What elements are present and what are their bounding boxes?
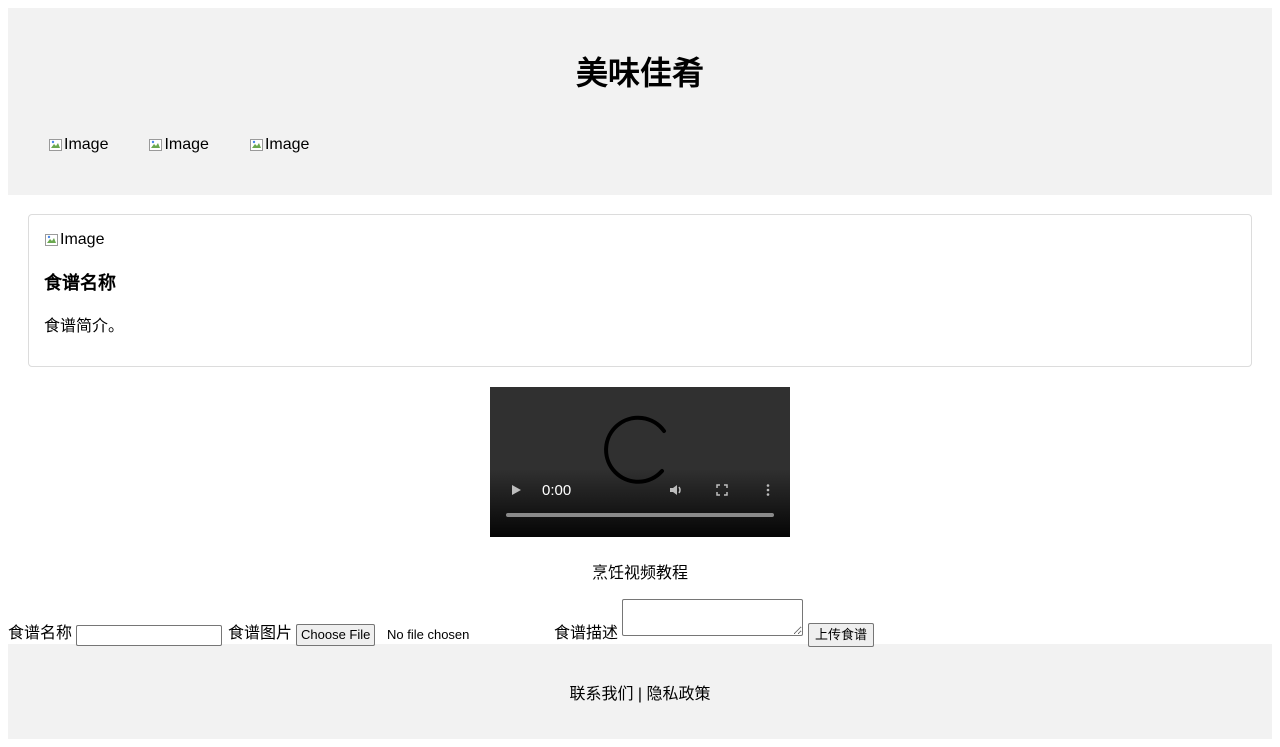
play-icon[interactable]: [508, 482, 524, 498]
recipe-description-label: 食谱描述: [554, 625, 619, 642]
file-status: No file chosen: [387, 627, 470, 642]
video-caption: 烹饪视频教程: [591, 565, 688, 582]
upload-recipe-form: 食谱名称 食谱图片 Choose File No file chosen 食谱描…: [8, 599, 908, 647]
video-time: 0:00: [542, 481, 572, 499]
main-content: Image 食谱名称 食谱简介。 0:00 烹饪视频教程 食谱名称 食谱图片 C…: [8, 195, 1272, 647]
more-options-icon[interactable]: [760, 482, 776, 498]
footer-links[interactable]: 联系我们 | 隐私政策: [569, 680, 710, 704]
nav-image-3[interactable]: Image: [249, 135, 309, 155]
nav-image-alt: Image: [264, 136, 310, 153]
recipe-name-label: 食谱名称: [8, 625, 73, 642]
volume-icon[interactable]: [668, 482, 684, 498]
recipe-name-input[interactable]: [76, 625, 222, 646]
broken-image-icon: [148, 137, 164, 153]
recipe-description-textarea[interactable]: [622, 599, 803, 636]
loading-spinner-icon: [604, 415, 666, 484]
broken-image-icon: [48, 137, 64, 153]
nav-image-2[interactable]: Image: [148, 135, 209, 155]
site-title: 美味佳肴: [575, 55, 704, 91]
recipe-card: Image 食谱名称 食谱简介。: [28, 214, 1252, 367]
fullscreen-icon[interactable]: [714, 482, 730, 498]
recipe-image-alt: Image: [60, 231, 105, 248]
upload-recipe-button[interactable]: 上传食谱: [808, 623, 875, 647]
recipe-title: 食谱名称: [44, 273, 116, 293]
header-nav: Image Image Image: [48, 135, 309, 155]
video-controls: 0:00: [508, 480, 776, 500]
video-progress-bar[interactable]: [506, 513, 774, 517]
broken-image-icon: [44, 232, 60, 248]
recipe-description: 食谱简介。: [44, 318, 125, 335]
nav-image-alt: Image: [164, 136, 209, 153]
broken-image-icon: [249, 137, 265, 153]
recipe-image: Image: [44, 230, 104, 250]
recipe-image-label: 食谱图片: [228, 625, 293, 642]
nav-image-1[interactable]: Image: [48, 135, 108, 155]
video-player[interactable]: 0:00: [490, 387, 790, 537]
site-header: 美味佳肴 Image Image Image: [8, 8, 1272, 195]
choose-file-button[interactable]: Choose File: [296, 624, 376, 646]
site-footer: 联系我们 | 隐私政策: [8, 644, 1272, 739]
nav-image-alt: Image: [64, 136, 109, 153]
